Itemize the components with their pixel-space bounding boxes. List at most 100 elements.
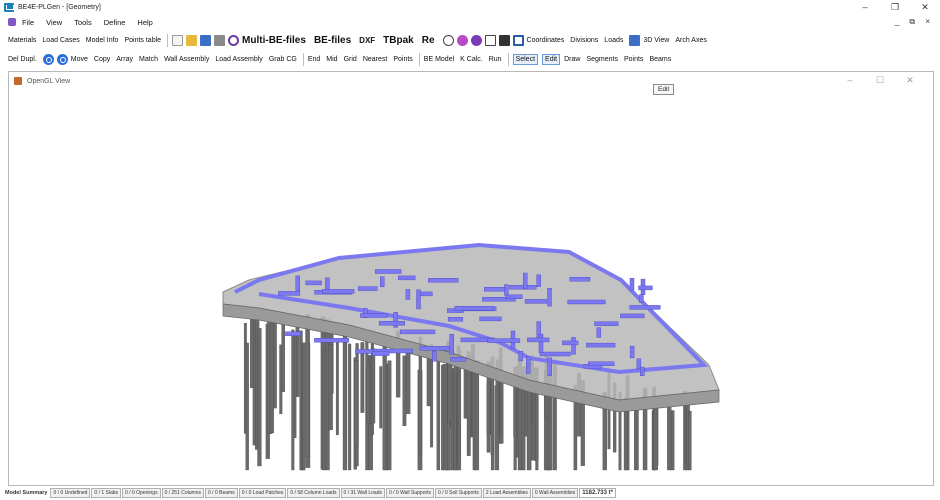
materials-button[interactable]: Materials bbox=[8, 37, 36, 44]
save-icon[interactable] bbox=[200, 34, 212, 46]
snap-points-button[interactable]: Points bbox=[393, 56, 412, 63]
beam-segment bbox=[357, 286, 378, 291]
menu-view[interactable]: View bbox=[46, 18, 62, 27]
snap-nearest-button[interactable]: Nearest bbox=[363, 56, 388, 63]
pile bbox=[387, 360, 392, 471]
pile bbox=[447, 360, 453, 423]
coordinates-button[interactable]: Coordinates bbox=[527, 37, 565, 44]
redo-button[interactable]: Re bbox=[422, 35, 435, 46]
restore-button[interactable]: ❐ bbox=[880, 0, 910, 14]
3d-view-button[interactable]: 3D View bbox=[643, 37, 669, 44]
beam-segment bbox=[569, 276, 591, 282]
multi-be-files-button[interactable]: Multi-BE-files bbox=[242, 35, 306, 46]
load-assembly-button[interactable]: Load Assembly bbox=[215, 56, 262, 63]
snap-end-button[interactable]: End bbox=[308, 56, 320, 63]
grid-icon[interactable] bbox=[498, 34, 510, 46]
opengl-maximize-button[interactable]: ☐ bbox=[865, 75, 895, 86]
move-button[interactable]: Move bbox=[71, 56, 88, 63]
del-dupl-button[interactable]: Del Dupl. bbox=[8, 56, 37, 63]
close-button[interactable]: ✕ bbox=[910, 0, 940, 14]
beam-segment bbox=[596, 327, 601, 338]
menu-help[interactable]: Help bbox=[137, 18, 152, 27]
minimize-button[interactable]: – bbox=[850, 0, 880, 14]
load-cases-button[interactable]: Load Cases bbox=[42, 37, 79, 44]
opengl-close-button[interactable]: ✕ bbox=[895, 75, 925, 86]
mdi-controls[interactable]: _ ⧉ × bbox=[895, 15, 934, 29]
toolbar-separator bbox=[167, 33, 169, 47]
grab-cg-button[interactable]: Grab CG bbox=[269, 56, 297, 63]
zoom-icon[interactable] bbox=[456, 34, 468, 46]
menu-file[interactable]: File bbox=[22, 18, 34, 27]
beam-segment bbox=[484, 286, 505, 292]
opengl-minimize-button[interactable]: – bbox=[835, 75, 865, 86]
pile bbox=[382, 342, 387, 471]
open-folder-icon[interactable] bbox=[186, 34, 198, 46]
tbpak-button[interactable]: TBpak bbox=[383, 35, 414, 46]
model-info-button[interactable]: Model Info bbox=[86, 37, 119, 44]
document-menu-icon[interactable] bbox=[8, 18, 16, 26]
menu-define[interactable]: Define bbox=[104, 18, 126, 27]
beams-button[interactable]: Beams bbox=[649, 56, 671, 63]
opengl-view-window[interactable]: OpenGL View – ☐ ✕ bbox=[8, 71, 934, 486]
fit-view-icon[interactable] bbox=[512, 34, 524, 46]
toolbar-separator bbox=[507, 52, 509, 66]
menu-tools[interactable]: Tools bbox=[74, 18, 92, 27]
status-slabs: 0 / 1 Slabs bbox=[91, 488, 122, 498]
beam-segment bbox=[526, 356, 531, 374]
undo-icon[interactable] bbox=[42, 53, 54, 65]
new-file-icon[interactable] bbox=[172, 34, 184, 46]
beam-segment bbox=[447, 316, 464, 322]
arch-axes-button[interactable]: Arch Axes bbox=[675, 37, 707, 44]
main-toolbar: Materials Load Cases Model Info Points t… bbox=[0, 31, 940, 49]
run-button[interactable]: Run bbox=[489, 56, 502, 63]
points-table-button[interactable]: Points table bbox=[124, 37, 161, 44]
match-button[interactable]: Match bbox=[139, 56, 158, 63]
zoom-window-icon[interactable] bbox=[470, 34, 482, 46]
beam-segment bbox=[536, 274, 541, 287]
pile bbox=[379, 366, 383, 429]
status-columns: 0 / 251 Columns bbox=[161, 488, 204, 498]
statusbar: Model Summary 0 / 0 Undefined 0 / 1 Slab… bbox=[0, 486, 940, 500]
pile bbox=[667, 400, 672, 471]
status-load-patches: 0 / 0 Load Patches bbox=[238, 488, 287, 498]
beam-segment bbox=[360, 313, 388, 318]
edit-button[interactable]: Edit bbox=[542, 53, 561, 65]
divisions-button[interactable]: Divisions bbox=[570, 37, 598, 44]
pile bbox=[250, 314, 254, 388]
print-icon[interactable] bbox=[214, 34, 226, 46]
segments-button[interactable]: Segments bbox=[586, 56, 618, 63]
pile bbox=[494, 385, 500, 471]
array-button[interactable]: Array bbox=[116, 56, 133, 63]
beam-segment bbox=[547, 357, 552, 376]
snap-mid-button[interactable]: Mid bbox=[326, 56, 337, 63]
3d-model-viewport[interactable] bbox=[9, 90, 933, 485]
rotate-icon[interactable] bbox=[442, 34, 454, 46]
3d-view-icon[interactable] bbox=[629, 34, 641, 46]
pile bbox=[302, 342, 306, 471]
beam-segment bbox=[523, 272, 528, 289]
beam-segment bbox=[504, 284, 509, 296]
beam-segment bbox=[620, 313, 645, 319]
pan-icon[interactable] bbox=[484, 34, 496, 46]
pile bbox=[513, 375, 517, 471]
beam-segment bbox=[428, 278, 459, 283]
beam-segment bbox=[405, 289, 411, 300]
draw-button[interactable]: Draw bbox=[564, 56, 580, 63]
foundation-model-render bbox=[222, 242, 720, 471]
loads-button[interactable]: Loads bbox=[604, 37, 623, 44]
search-icon[interactable] bbox=[228, 34, 240, 46]
be-files-button[interactable]: BE-files bbox=[314, 35, 351, 46]
wall-assembly-button[interactable]: Wall Assembly bbox=[164, 56, 209, 63]
beam-segment bbox=[518, 351, 524, 362]
copy-button[interactable]: Copy bbox=[94, 56, 110, 63]
points-button[interactable]: Points bbox=[624, 56, 643, 63]
beam-segment bbox=[629, 345, 635, 359]
redo-icon[interactable] bbox=[56, 53, 68, 65]
snap-grid-button[interactable]: Grid bbox=[344, 56, 357, 63]
status-load-assemblies: 2 Load Assemblies bbox=[482, 488, 531, 498]
select-button[interactable]: Select bbox=[512, 53, 539, 65]
beam-segment bbox=[285, 331, 301, 336]
dxf-button[interactable]: DXF bbox=[359, 36, 375, 45]
be-model-button[interactable]: BE Model bbox=[424, 56, 454, 63]
k-calc-button[interactable]: K Calc. bbox=[460, 56, 483, 63]
